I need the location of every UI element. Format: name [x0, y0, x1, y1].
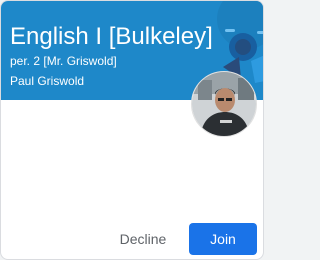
decline-button[interactable]: Decline: [111, 223, 175, 255]
invite-actions: Decline Join: [1, 223, 263, 259]
class-section: per. 2 [Mr. Griswold]: [10, 54, 117, 68]
teacher-photo-icon: [192, 72, 256, 136]
class-card: English I [Bulkeley] per. 2 [Mr. Griswol…: [0, 0, 264, 260]
join-button[interactable]: Join: [189, 223, 257, 255]
teacher-avatar: [191, 71, 257, 137]
class-title-link[interactable]: English I [Bulkeley]: [10, 23, 213, 51]
teacher-name[interactable]: Paul Griswold: [10, 74, 84, 88]
